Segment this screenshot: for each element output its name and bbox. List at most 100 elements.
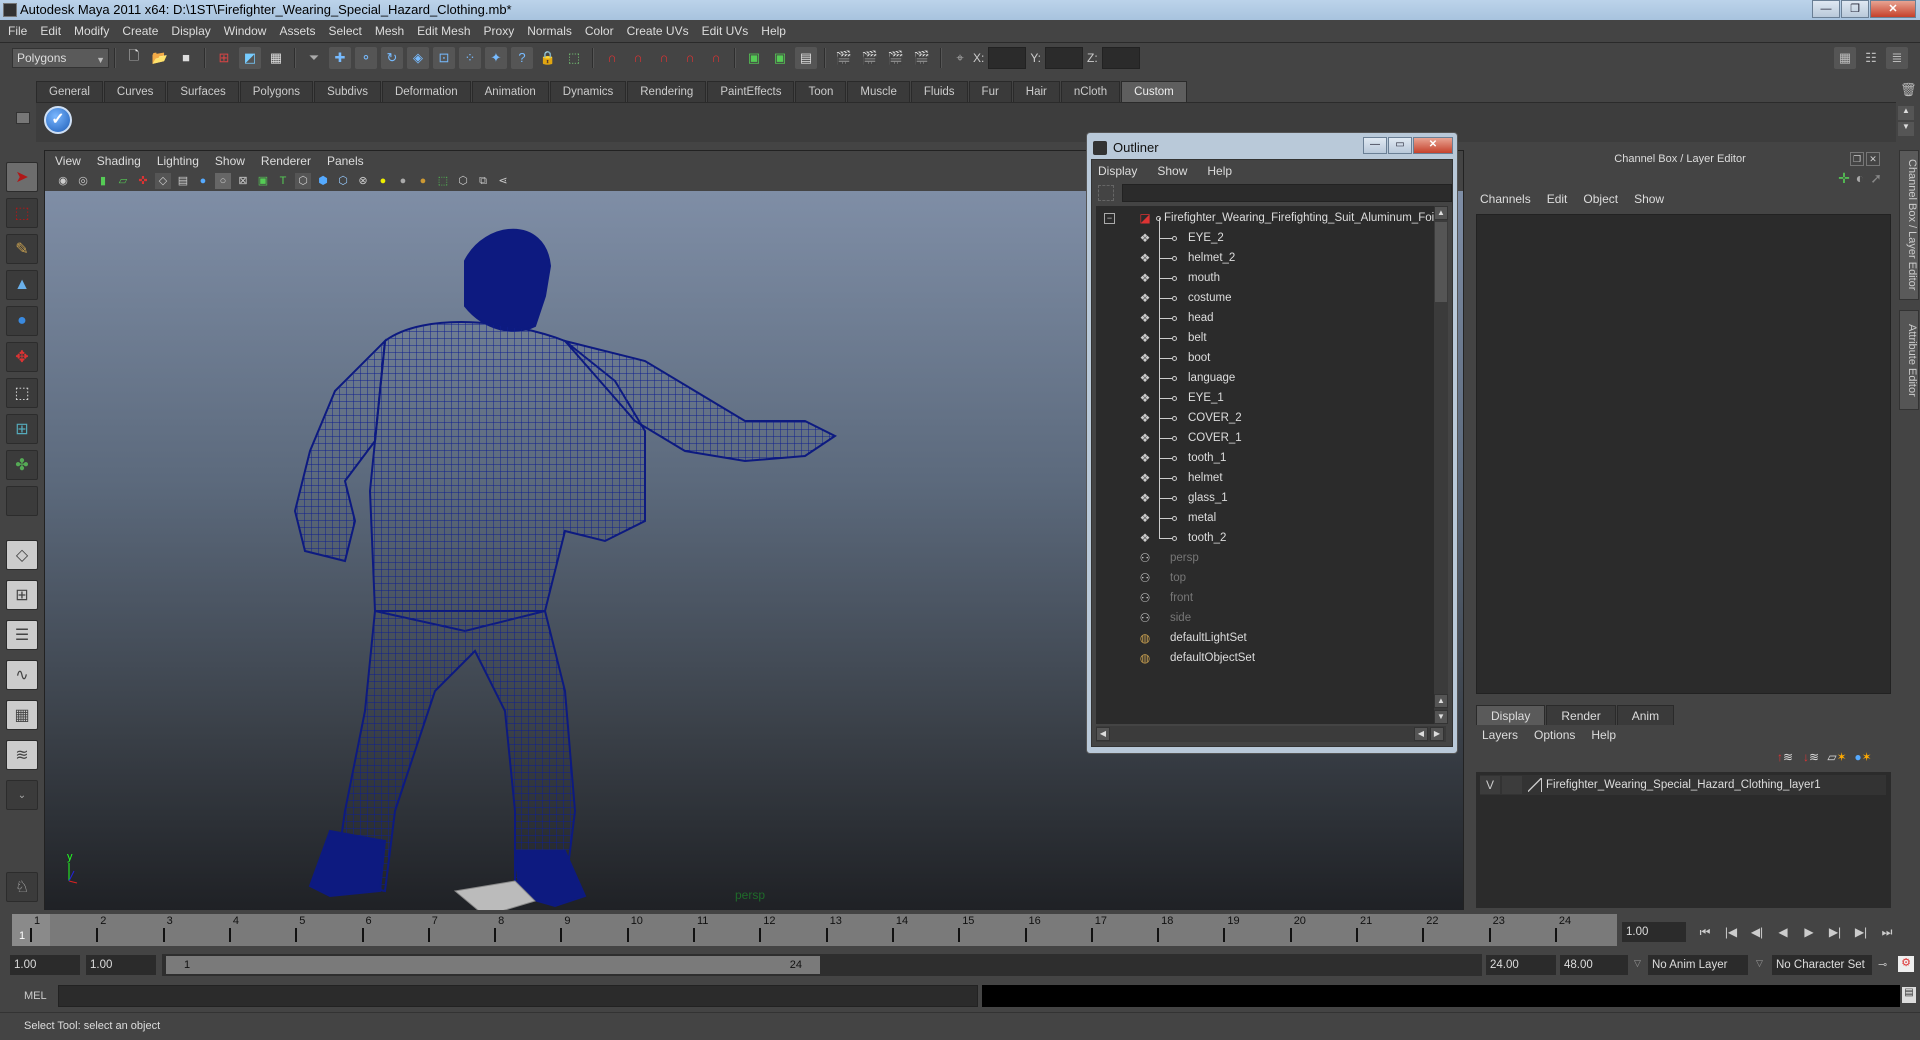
tree-item-mesh[interactable]: ❖belt: [1096, 328, 1446, 348]
command-language-label[interactable]: MEL: [24, 990, 47, 1002]
resolution-gate-icon[interactable]: ●: [195, 173, 211, 189]
new-scene-icon[interactable]: 🗋: [123, 47, 145, 69]
menu-file[interactable]: File: [8, 24, 27, 38]
anim-layer-field[interactable]: No Anim Layer: [1648, 955, 1748, 975]
shelf-tab-painteffects[interactable]: PaintEffects: [707, 81, 794, 102]
play-backwards-icon[interactable]: ◀: [1770, 922, 1796, 942]
persp-outliner-graph-layout-icon[interactable]: ≋: [6, 740, 38, 770]
outliner-close-button[interactable]: ✕: [1413, 137, 1453, 154]
layer-menu-help[interactable]: Help: [1591, 728, 1616, 742]
layer-menu-layers[interactable]: Layers: [1482, 728, 1518, 742]
attribute-editor-toggle-icon[interactable]: ▦: [1834, 47, 1856, 69]
go-to-end-icon[interactable]: ⏭: [1874, 922, 1900, 942]
persp-graph-layout-icon[interactable]: ∿: [6, 660, 38, 690]
textured-icon[interactable]: ⊗: [355, 173, 371, 189]
shelf-tab-hair[interactable]: Hair: [1013, 81, 1060, 102]
time-slider-bar[interactable]: 1 12345678910111213141516171819202122232…: [12, 914, 1617, 946]
bookmarks-icon[interactable]: ▮: [95, 173, 111, 189]
shelf-tab-curves[interactable]: Curves: [104, 81, 166, 102]
vp-menu-renderer[interactable]: Renderer: [261, 154, 311, 168]
pick-curves-icon[interactable]: ↻: [381, 47, 403, 69]
2d-pan-zoom-icon[interactable]: ✜: [135, 173, 151, 189]
universal-manipulator-icon[interactable]: ⬚: [6, 378, 38, 408]
shelf-tab-surfaces[interactable]: Surfaces: [167, 81, 238, 102]
step-back-key-icon[interactable]: |◀: [1718, 922, 1744, 942]
menu-proxy[interactable]: Proxy: [484, 24, 515, 38]
tree-item-mesh[interactable]: ❖helmet_2: [1096, 248, 1446, 268]
tree-item-mesh[interactable]: ❖EYE_1: [1096, 388, 1446, 408]
gate-mask-icon[interactable]: ○: [215, 173, 231, 189]
pick-deformations-icon[interactable]: ⊡: [433, 47, 455, 69]
select-object-icon[interactable]: ◩: [239, 47, 261, 69]
auto-key-icon[interactable]: ⊸: [1878, 958, 1887, 971]
tree-item-mesh[interactable]: ❖EYE_2: [1096, 228, 1446, 248]
shelf-tab-fluids[interactable]: Fluids: [911, 81, 968, 102]
cb-menu-edit[interactable]: Edit: [1547, 192, 1568, 206]
range-slider-thumb[interactable]: 1 24: [166, 956, 820, 974]
tree-item-mesh[interactable]: ❖glass_1: [1096, 488, 1446, 508]
tree-item-mesh[interactable]: ❖mouth: [1096, 268, 1446, 288]
pick-rendering-icon[interactable]: ✦: [485, 47, 507, 69]
shadows-icon[interactable]: ●: [395, 173, 411, 189]
lasso-tool-icon[interactable]: ⬚: [6, 198, 38, 228]
scale-tool-icon[interactable]: ✥: [6, 342, 38, 372]
outliner-menu-show[interactable]: Show: [1157, 164, 1187, 178]
paint-select-tool-icon[interactable]: ✎: [6, 234, 38, 264]
tree-item-mesh[interactable]: ❖metal: [1096, 508, 1446, 528]
animation-preferences-icon[interactable]: ⚙: [1898, 956, 1914, 972]
construction-history-icon[interactable]: ▤: [795, 47, 817, 69]
snap-live-icon[interactable]: ∩: [705, 47, 727, 69]
layer-name[interactable]: Firefighter_Wearing_Special_Hazard_Cloth…: [1546, 779, 1821, 791]
menu-window[interactable]: Window: [224, 24, 267, 38]
shelf-menu-icon[interactable]: [16, 112, 30, 124]
safe-action-icon[interactable]: ▣: [255, 173, 271, 189]
outliner-maximize-button[interactable]: ▭: [1388, 137, 1412, 154]
end-time-field[interactable]: 48.00: [1560, 955, 1628, 975]
film-gate-icon[interactable]: ▤: [175, 173, 191, 189]
lock-selection-icon[interactable]: 🔒: [537, 47, 559, 69]
cb-menu-show[interactable]: Show: [1634, 192, 1664, 206]
shelf-tab-dynamics[interactable]: Dynamics: [550, 81, 626, 102]
camera-attributes-icon[interactable]: ◎: [75, 173, 91, 189]
hyperbolic-icon[interactable]: ➚: [1870, 170, 1882, 187]
shelf-scroll-down-button[interactable]: ▼: [1898, 122, 1914, 136]
select-component-icon[interactable]: ▦: [265, 47, 287, 69]
grid-icon[interactable]: ◇: [155, 173, 171, 189]
side-tab-attribute-editor[interactable]: Attribute Editor: [1899, 310, 1919, 410]
shelf-tab-toon[interactable]: Toon: [795, 81, 846, 102]
xray-icon[interactable]: ⬡: [455, 173, 471, 189]
layer-visibility-toggle[interactable]: V: [1480, 776, 1500, 794]
input-connections-icon[interactable]: ▣: [743, 47, 765, 69]
tree-item-camera[interactable]: ⚇top: [1096, 568, 1446, 588]
hq-rendering-icon[interactable]: ●: [415, 173, 431, 189]
pick-dynamics-icon[interactable]: ⁘: [459, 47, 481, 69]
shelf-tab-general[interactable]: General: [36, 81, 103, 102]
anim-layer-chevron-icon[interactable]: ▽: [1634, 958, 1641, 969]
menu-edit-mesh[interactable]: Edit Mesh: [417, 24, 470, 38]
mel-command-input[interactable]: [58, 985, 978, 1007]
range-slider-track[interactable]: 1 24: [162, 954, 1482, 976]
render-settings-icon[interactable]: 🎬: [911, 47, 933, 69]
wireframe-icon[interactable]: ⬡: [295, 173, 311, 189]
scroll-thumb[interactable]: [1435, 222, 1447, 302]
step-forward-frame-icon[interactable]: ▶|: [1822, 922, 1848, 942]
pick-joints-icon[interactable]: ⚬: [355, 47, 377, 69]
close-button[interactable]: ✕: [1870, 0, 1916, 18]
four-view-layout-icon[interactable]: ⊞: [6, 580, 38, 610]
shelf-tab-fur[interactable]: Fur: [969, 81, 1012, 102]
shelf-tab-muscle[interactable]: Muscle: [847, 81, 909, 102]
render-view-icon[interactable]: 🎬: [833, 47, 855, 69]
x-field[interactable]: [988, 47, 1026, 69]
transform-mode-icon[interactable]: ⌖: [949, 47, 971, 69]
move-layer-down-icon[interactable]: ↓≋: [1800, 750, 1822, 768]
vp-menu-show[interactable]: Show: [215, 154, 245, 168]
select-tool-icon[interactable]: ➤: [6, 162, 38, 192]
shelf-tab-rendering[interactable]: Rendering: [627, 81, 706, 102]
menu-normals[interactable]: Normals: [527, 24, 572, 38]
move-layer-up-icon[interactable]: ↑≋: [1774, 750, 1796, 768]
layer-tab-render[interactable]: Render: [1546, 705, 1615, 725]
tool-settings-toggle-icon[interactable]: ☷: [1860, 47, 1882, 69]
filter-icon[interactable]: ⏷: [303, 47, 325, 69]
select-camera-icon[interactable]: ◉: [55, 173, 71, 189]
show-manipulator-icon[interactable]: ✤: [6, 450, 38, 480]
